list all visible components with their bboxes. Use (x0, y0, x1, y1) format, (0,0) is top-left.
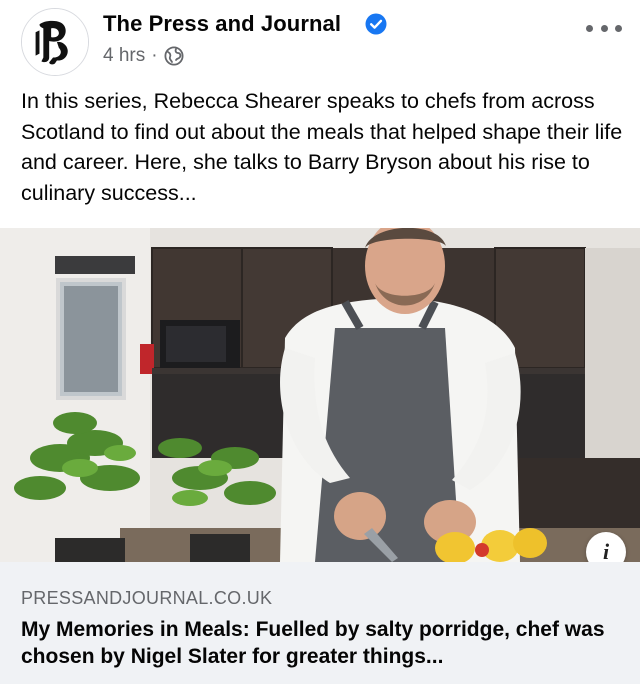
press-and-journal-logo (22, 9, 88, 75)
link-preview-card[interactable]: PRESSANDJOURNAL.CO.UK My Memories in Mea… (0, 562, 640, 684)
more-options-icon (586, 24, 593, 32)
post-meta: 4 hrs · (103, 45, 184, 67)
post-text: In this series, Rebecca Shearer speaks t… (21, 89, 623, 205)
more-options-dot (600, 24, 608, 32)
globe-icon (164, 46, 184, 66)
more-options-button[interactable] (586, 16, 622, 40)
verified-badge-icon (365, 13, 387, 35)
chef-photo (0, 228, 640, 562)
link-domain: PRESSANDJOURNAL.CO.UK (21, 588, 273, 608)
info-icon: i (602, 539, 610, 562)
link-preview-image[interactable]: i (0, 228, 640, 562)
more-options-dot (615, 24, 622, 32)
post-header: The Press and Journal 4 hrs · (0, 0, 640, 80)
page-name[interactable]: The Press and Journal (103, 11, 341, 37)
meta-separator: · (151, 45, 158, 66)
post-time[interactable]: 4 hrs (103, 45, 145, 67)
page-avatar[interactable] (21, 8, 89, 76)
link-headline[interactable]: My Memories in Meals: Fuelled by salty p… (21, 616, 626, 670)
